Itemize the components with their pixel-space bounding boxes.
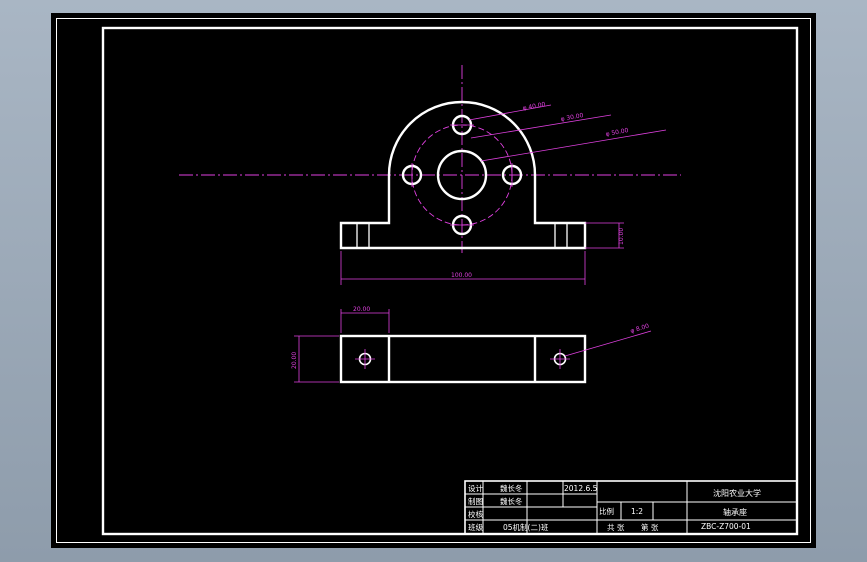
title-block: 设计 制图 校核 班级 魏长冬 魏长冬 05机制(二)班 2012.6.5 比例… [464, 480, 798, 535]
design-date: 2012.6.5 [564, 484, 598, 493]
dim-center-bore: φ 50.00 [605, 127, 629, 138]
drawing-number: ZBC-Z700-01 [701, 522, 751, 531]
drawing-canvas: φ 40.00 φ 30.00 φ 50.00 10.00 100.00 20.… [51, 13, 816, 548]
scale-value: 1:2 [631, 507, 643, 516]
university-name: 沈阳农业大学 [713, 488, 761, 498]
role-class: 班级 [468, 522, 483, 532]
cad-drawing: φ 40.00 φ 30.00 φ 50.00 10.00 100.00 20.… [56, 18, 811, 543]
class-name: 05机制(二)班 [503, 522, 549, 532]
role-check: 校核 [468, 509, 483, 519]
dim-plan-height: 20.00 [291, 352, 298, 369]
role-design: 设计 [468, 483, 483, 493]
dim-base-height: 10.00 [618, 228, 625, 245]
scale-label: 比例 [599, 506, 614, 516]
outer-frame [56, 18, 811, 543]
name-draw: 魏长冬 [500, 496, 523, 506]
name-design: 魏长冬 [500, 483, 523, 493]
sheets-total: 共 张 [607, 523, 625, 532]
part-name: 轴承座 [723, 507, 747, 517]
plan-view: 20.00 20.00 φ 8.00 [291, 306, 652, 384]
sheet-number: 第 张 [641, 522, 659, 532]
dim-base-width: 100.00 [451, 272, 472, 279]
dim-hole-small: φ 40.00 [522, 101, 546, 112]
role-draw: 制图 [468, 496, 483, 506]
front-view: φ 40.00 φ 30.00 φ 50.00 10.00 100.00 [179, 65, 681, 285]
base-plate-outline [339, 334, 587, 384]
dim-plan-hole: φ 8.00 [630, 323, 651, 335]
dim-slot-width: 20.00 [353, 306, 370, 313]
